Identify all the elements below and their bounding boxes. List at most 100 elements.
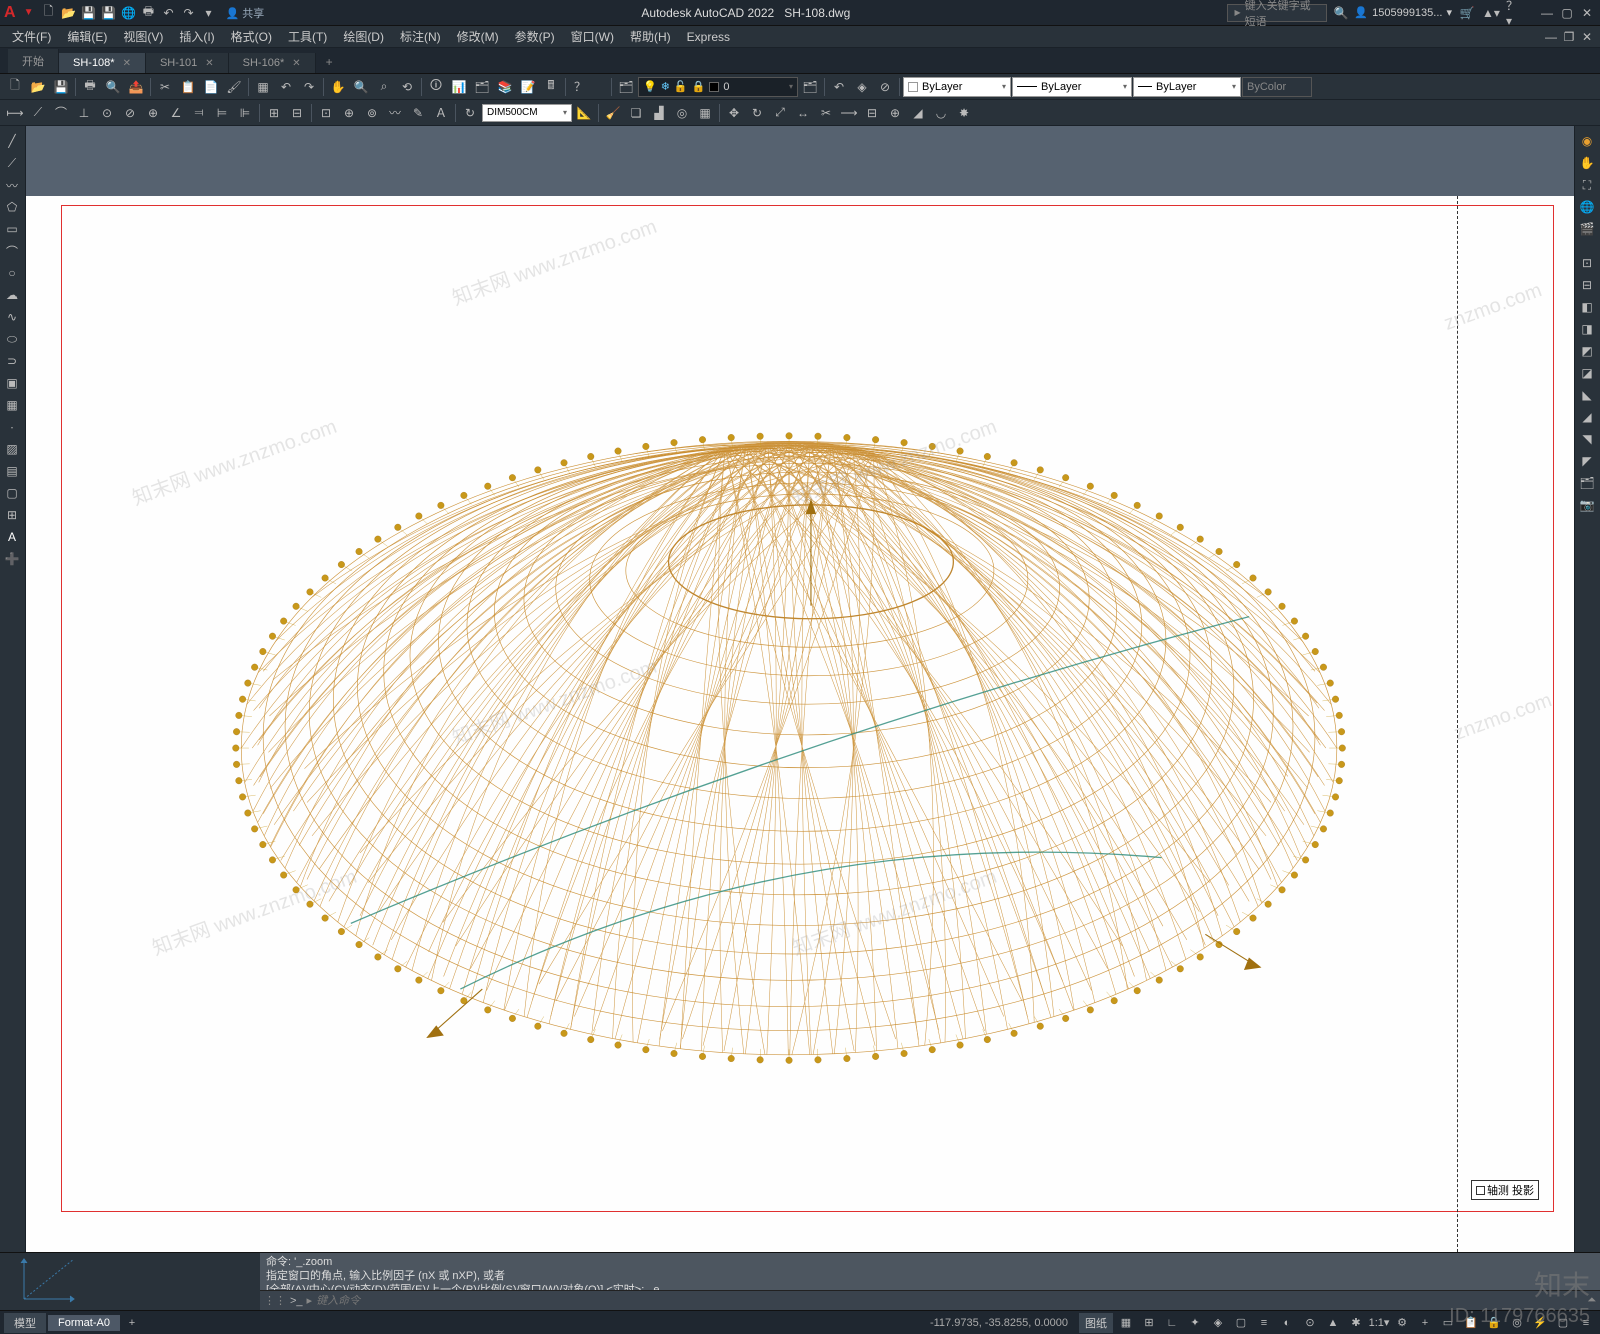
- orbit-icon[interactable]: 🌐: [1575, 196, 1599, 218]
- mod-join-icon[interactable]: ⊕: [884, 102, 906, 124]
- app-logo-caret[interactable]: ▼: [24, 7, 34, 18]
- ellipsearc-icon[interactable]: ⊃: [0, 350, 24, 372]
- menu-draw[interactable]: 绘图(D): [335, 26, 392, 47]
- color-dropdown[interactable]: ByLayer▾: [903, 77, 1011, 97]
- paper-toggle[interactable]: 图纸: [1079, 1313, 1113, 1333]
- hatch-icon[interactable]: ▨: [0, 438, 24, 460]
- mod-stretch-icon[interactable]: ↔: [792, 102, 814, 124]
- grid-toggle-icon[interactable]: ▦: [1116, 1313, 1136, 1333]
- publish-icon[interactable]: 📤: [125, 76, 147, 98]
- view-sw-icon[interactable]: ◣: [1575, 384, 1599, 406]
- view-nw-icon[interactable]: ◤: [1575, 450, 1599, 472]
- view-back-icon[interactable]: ◪: [1575, 362, 1599, 384]
- customize-status-icon[interactable]: ≡: [1576, 1313, 1596, 1333]
- clean-screen-icon[interactable]: ▢: [1553, 1313, 1573, 1333]
- filetab-sh108[interactable]: SH-108*✕: [59, 53, 146, 73]
- centermark-icon[interactable]: ⊕: [338, 102, 360, 124]
- menu-window[interactable]: 窗口(W): [563, 26, 622, 47]
- tab-close-icon[interactable]: ✕: [205, 58, 213, 69]
- undo-icon[interactable]: ↶: [159, 4, 177, 22]
- mod-array-icon[interactable]: ▦: [694, 102, 716, 124]
- table-icon[interactable]: ⊞: [0, 504, 24, 526]
- view-right-icon[interactable]: ◨: [1575, 318, 1599, 340]
- mod-explode-icon[interactable]: ✸: [953, 102, 975, 124]
- web-icon[interactable]: 🌐: [119, 4, 137, 22]
- region-icon[interactable]: ▢: [0, 482, 24, 504]
- redo-icon[interactable]: ↷: [179, 4, 197, 22]
- zoom-prev-icon[interactable]: ⟲: [396, 76, 418, 98]
- doc-restore-icon[interactable]: ❐: [1560, 28, 1578, 46]
- qnew-icon[interactable]: 🗋: [4, 76, 26, 98]
- maximize-icon[interactable]: ▢: [1558, 4, 1576, 22]
- lwt-toggle-icon[interactable]: ≡: [1254, 1313, 1274, 1333]
- calc-icon[interactable]: 🖩: [540, 76, 562, 98]
- tab-close-icon[interactable]: ✕: [292, 58, 300, 69]
- dim-aligned-icon[interactable]: ⟋: [27, 102, 49, 124]
- undo-icon[interactable]: ↶: [275, 76, 297, 98]
- search-input[interactable]: 键入关键字或短语: [1227, 4, 1327, 22]
- doc-minimize-icon[interactable]: —: [1542, 28, 1560, 46]
- minimize-icon[interactable]: —: [1538, 4, 1556, 22]
- view-front-icon[interactable]: ◩: [1575, 340, 1599, 362]
- block-icon[interactable]: ▦: [0, 394, 24, 416]
- mod-mirror-icon[interactable]: ▟: [648, 102, 670, 124]
- lock-ui-icon[interactable]: 🔒: [1484, 1313, 1504, 1333]
- save-icon[interactable]: 💾: [79, 4, 97, 22]
- mod-erase-icon[interactable]: 🧹: [602, 102, 624, 124]
- dim-update-icon[interactable]: ↻: [459, 102, 481, 124]
- arc-icon[interactable]: ⌒: [0, 240, 24, 262]
- rectangle-icon[interactable]: ▭: [0, 218, 24, 240]
- view-se-icon[interactable]: ◢: [1575, 406, 1599, 428]
- dimstyle-icon[interactable]: 📐: [573, 102, 595, 124]
- isolate-icon[interactable]: ◎: [1507, 1313, 1527, 1333]
- layer-manager-icon[interactable]: 🗂: [615, 76, 637, 98]
- pan-icon[interactable]: ✋: [327, 76, 349, 98]
- units-icon[interactable]: ▭: [1438, 1313, 1458, 1333]
- annotation-monitor-icon[interactable]: +: [1415, 1313, 1435, 1333]
- polar-toggle-icon[interactable]: ✦: [1185, 1313, 1205, 1333]
- print-icon[interactable]: 🖶: [79, 76, 101, 98]
- quickprops-icon[interactable]: 📋: [1461, 1313, 1481, 1333]
- cut-icon[interactable]: ✂: [154, 76, 176, 98]
- layer-iso-icon[interactable]: ◈: [851, 76, 873, 98]
- point-icon[interactable]: ∙: [0, 416, 24, 438]
- isodraft-toggle-icon[interactable]: ◈: [1208, 1313, 1228, 1333]
- matchprop-icon[interactable]: 🖌: [223, 76, 245, 98]
- gradient-icon[interactable]: ▤: [0, 460, 24, 482]
- annotation-scale-icon[interactable]: ▲: [1323, 1313, 1343, 1333]
- view-ne-icon[interactable]: ◥: [1575, 428, 1599, 450]
- preview-icon[interactable]: 🔍: [102, 76, 124, 98]
- paste-icon[interactable]: 📄: [200, 76, 222, 98]
- tolerance-icon[interactable]: ⊡: [315, 102, 337, 124]
- mod-trim-icon[interactable]: ✂: [815, 102, 837, 124]
- scale-dropdown[interactable]: 1:1▾: [1369, 1313, 1389, 1333]
- dim-baseline-icon[interactable]: ⊨: [211, 102, 233, 124]
- autodesk-app-icon[interactable]: 🛒: [1458, 4, 1476, 22]
- linetype-dropdown[interactable]: ByLayer▾: [1012, 77, 1132, 97]
- cmd-grip-icon[interactable]: ⋮⋮: [264, 1294, 286, 1307]
- layer-prev-icon[interactable]: ↶: [828, 76, 850, 98]
- mod-scale-icon[interactable]: ⤢: [769, 102, 791, 124]
- plotstyle-dropdown[interactable]: ByColor: [1242, 77, 1312, 97]
- share-button[interactable]: 👤 共享: [225, 5, 264, 21]
- layer-off-icon[interactable]: ⊘: [874, 76, 896, 98]
- inspect-icon[interactable]: ⊚: [361, 102, 383, 124]
- hardware-accel-icon[interactable]: ⚡: [1530, 1313, 1550, 1333]
- add-selected-icon[interactable]: ➕: [0, 548, 24, 570]
- dimstyle-dropdown[interactable]: DIM500CM▾: [482, 104, 572, 122]
- dim-radius-icon[interactable]: ⊙: [96, 102, 118, 124]
- doc-close-icon[interactable]: ✕: [1578, 28, 1596, 46]
- new-icon[interactable]: 🗋: [39, 4, 57, 22]
- new-tab-button[interactable]: +: [316, 51, 343, 73]
- nav-wheel-icon[interactable]: ◉: [1575, 130, 1599, 152]
- tab-close-icon[interactable]: ✕: [123, 58, 131, 69]
- zoom-extents-icon[interactable]: ⛶: [1575, 174, 1599, 196]
- line-icon[interactable]: ╱: [0, 130, 24, 152]
- save-icon[interactable]: 💾: [50, 76, 72, 98]
- dim-quick-icon[interactable]: ⫤: [188, 102, 210, 124]
- view-manager-icon[interactable]: 🗂: [1575, 472, 1599, 494]
- filetab-sh101[interactable]: SH-101✕: [146, 53, 229, 73]
- dim-jogged-icon[interactable]: ⊘: [119, 102, 141, 124]
- selection-cycling-icon[interactable]: ⊙: [1300, 1313, 1320, 1333]
- showmotion-icon[interactable]: 🎬: [1575, 218, 1599, 240]
